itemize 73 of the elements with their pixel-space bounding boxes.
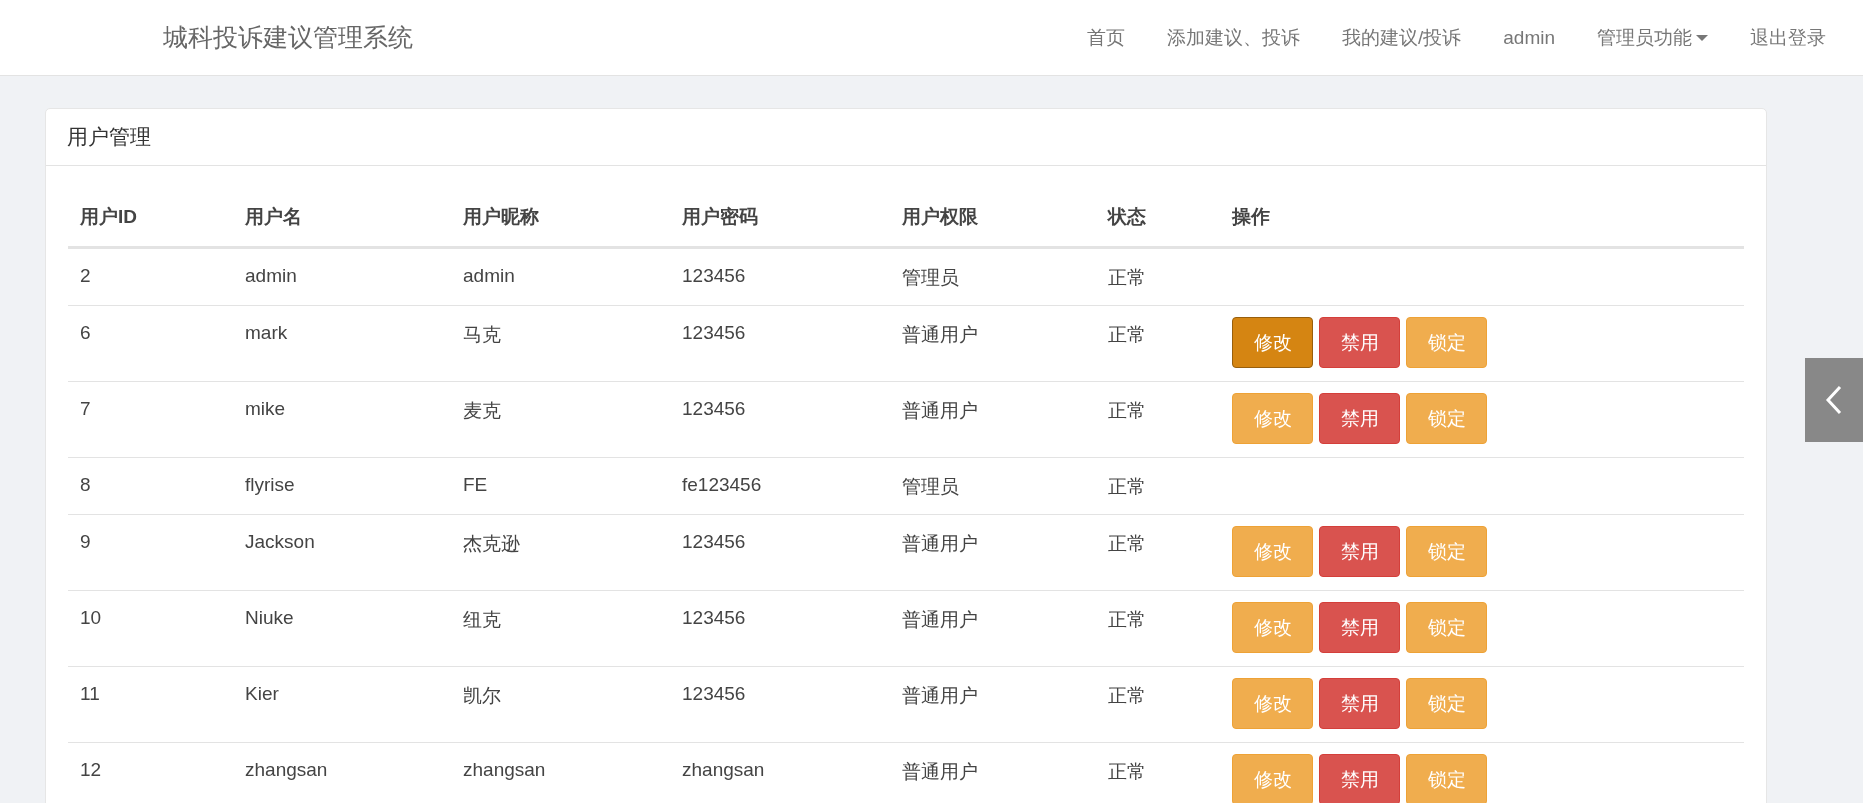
action-button[interactable]: 修改 — [1232, 317, 1313, 368]
table-cell-text: fe123456 — [682, 473, 762, 496]
table-cell-text: 123456 — [682, 606, 746, 629]
table-cell-text: 123456 — [682, 397, 746, 420]
table-cell-text: 凯尔 — [463, 684, 501, 708]
table-cell-text: 9 — [80, 530, 91, 553]
table-cell-text: 正常 — [1108, 266, 1146, 290]
table-cell-text: 10 — [80, 606, 102, 629]
table-cell-text: 123456 — [682, 264, 746, 287]
table-cell-text: Kier — [245, 682, 279, 705]
table-cell-text: 正常 — [1108, 399, 1146, 423]
column-header: 用户权限 — [890, 188, 1096, 248]
column-header: 操作 — [1220, 188, 1744, 248]
table-cell-text: 纽克 — [463, 608, 501, 632]
column-header: 用户密码 — [670, 188, 890, 248]
table-cell-text: 正常 — [1108, 760, 1146, 784]
table-cell-text: 8 — [80, 473, 91, 496]
nav-link[interactable]: 首页 — [1065, 24, 1146, 51]
table-cell-text: 马克 — [463, 323, 501, 347]
panel-title: 用户管理 — [67, 124, 151, 150]
table-cell-text: 123456 — [682, 530, 746, 553]
table-cell-text: 杰克逊 — [463, 532, 520, 556]
table-cell-text: 正常 — [1108, 684, 1146, 708]
table-cell-text: 正常 — [1108, 323, 1146, 347]
column-header: 用户名 — [233, 188, 451, 248]
nav-link[interactable]: 退出登录 — [1729, 24, 1847, 51]
table-cell-text: mark — [245, 321, 288, 344]
table-cell-text: 普通用户 — [902, 323, 978, 347]
table-cell-text: 管理员 — [902, 475, 959, 499]
table-cell-text: 123456 — [682, 682, 746, 705]
table-cell-text: 麦克 — [463, 399, 501, 423]
side-panel-toggle[interactable] — [1805, 358, 1863, 442]
table-cell-text: Niuke — [245, 606, 294, 629]
action-button[interactable]: 禁用 — [1319, 602, 1400, 653]
table-cell-text: Jackson — [245, 530, 315, 553]
table-cell-text: 普通用户 — [902, 760, 978, 784]
table-cell-text: flyrise — [245, 473, 295, 496]
table-cell-text: 正常 — [1108, 475, 1146, 499]
table-cell-text: zhangsan — [245, 758, 328, 781]
table-cell-text: admin — [245, 264, 297, 287]
table-cell-text: 11 — [80, 682, 100, 705]
column-header: 状态 — [1096, 188, 1220, 248]
chevron-left-icon — [1825, 385, 1843, 415]
column-header: 用户ID — [68, 188, 233, 248]
table-cell-text: mike — [245, 397, 286, 420]
nav-link[interactable]: 添加建议、投诉 — [1145, 24, 1321, 51]
table-cell-text: 正常 — [1108, 532, 1146, 556]
nav-link[interactable]: 我的建议/投诉 — [1320, 24, 1483, 51]
nav-link[interactable]: 管理员功能 — [1576, 24, 1729, 51]
table-cell-text: 12 — [80, 758, 102, 781]
nav-link[interactable]: admin — [1482, 24, 1576, 51]
table-cell-text: 7 — [80, 397, 91, 420]
table-cell-text: 123456 — [682, 321, 746, 344]
action-button[interactable]: 禁用 — [1319, 678, 1400, 729]
table-cell-text: 普通用户 — [902, 608, 978, 632]
table-cell-text: admin — [463, 264, 515, 287]
column-header: 用户昵称 — [451, 188, 670, 248]
action-button[interactable]: 禁用 — [1319, 526, 1400, 577]
action-button[interactable]: 禁用 — [1319, 754, 1400, 803]
table-cell-text: 2 — [80, 264, 91, 287]
table-cell-text: zhangsan — [463, 758, 546, 781]
table-cell-text: zhangsan — [682, 758, 765, 781]
table-cell-text: 6 — [80, 321, 91, 344]
table-cell-text: 普通用户 — [902, 684, 978, 708]
action-button[interactable]: 禁用 — [1319, 393, 1400, 444]
table-cell-text: 管理员 — [902, 266, 959, 290]
action-button[interactable]: 禁用 — [1319, 317, 1400, 368]
site-brand[interactable]: 城科投诉建议管理系统 — [163, 21, 1066, 54]
table-cell-text: FE — [463, 473, 488, 496]
table-cell-text: 普通用户 — [902, 399, 978, 423]
table-cell-text: 普通用户 — [902, 532, 978, 556]
table-cell-text: 正常 — [1108, 608, 1146, 632]
caret-icon — [1696, 34, 1708, 41]
